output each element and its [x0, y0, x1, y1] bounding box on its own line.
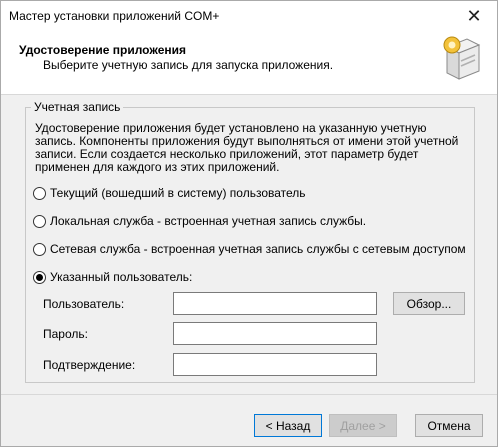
radio-label: Указанный пользователь:	[50, 270, 193, 284]
com-plus-box-icon	[443, 36, 481, 80]
window-title: Мастер установки приложений COM+	[9, 9, 220, 23]
cancel-button[interactable]: Отмена	[415, 414, 483, 437]
confirm-password-field[interactable]	[173, 353, 377, 376]
radio-label: Сетевая служба - встроенная учетная запи…	[50, 242, 466, 256]
radio-button[interactable]	[33, 186, 46, 200]
page-title: Удостоверение приложения	[19, 43, 186, 57]
radio-label: Текущий (вошедший в систему) пользовател…	[50, 186, 306, 200]
radio-current-user[interactable]: Текущий (вошедший в систему) пользовател…	[33, 186, 306, 200]
close-icon: ✕	[466, 5, 482, 26]
title-bar: Мастер установки приложений COM+ ✕	[1, 1, 497, 31]
password-label: Пароль:	[43, 327, 88, 341]
close-button[interactable]: ✕	[451, 1, 497, 31]
next-button[interactable]: Далее >	[329, 414, 397, 437]
radio-specified-user[interactable]: Указанный пользователь:	[33, 270, 192, 284]
back-button[interactable]: < Назад	[254, 414, 322, 437]
radio-button-checked[interactable]	[33, 270, 46, 284]
footer-divider	[1, 394, 497, 395]
radio-label: Локальная служба - встроенная учетная за…	[50, 214, 367, 228]
user-label: Пользователь:	[43, 297, 125, 311]
radio-button[interactable]	[33, 214, 46, 228]
radio-button[interactable]	[33, 242, 46, 256]
wizard-header: Удостоверение приложения Выберите учетну…	[1, 31, 497, 95]
radio-local-service[interactable]: Локальная служба - встроенная учетная за…	[33, 214, 366, 228]
user-field[interactable]	[173, 292, 377, 315]
account-description: Удостоверение приложения будет установле…	[35, 121, 459, 174]
wizard-window: Мастер установки приложений COM+ ✕ Удост…	[0, 0, 498, 447]
password-field[interactable]	[173, 322, 377, 345]
account-group-legend: Учетная запись	[31, 100, 124, 114]
browse-button[interactable]: Обзор...	[393, 292, 465, 315]
confirm-label: Подтверждение:	[43, 358, 136, 372]
radio-network-service[interactable]: Сетевая служба - встроенная учетная запи…	[33, 242, 466, 256]
page-subtitle: Выберите учетную запись для запуска прил…	[43, 58, 334, 72]
